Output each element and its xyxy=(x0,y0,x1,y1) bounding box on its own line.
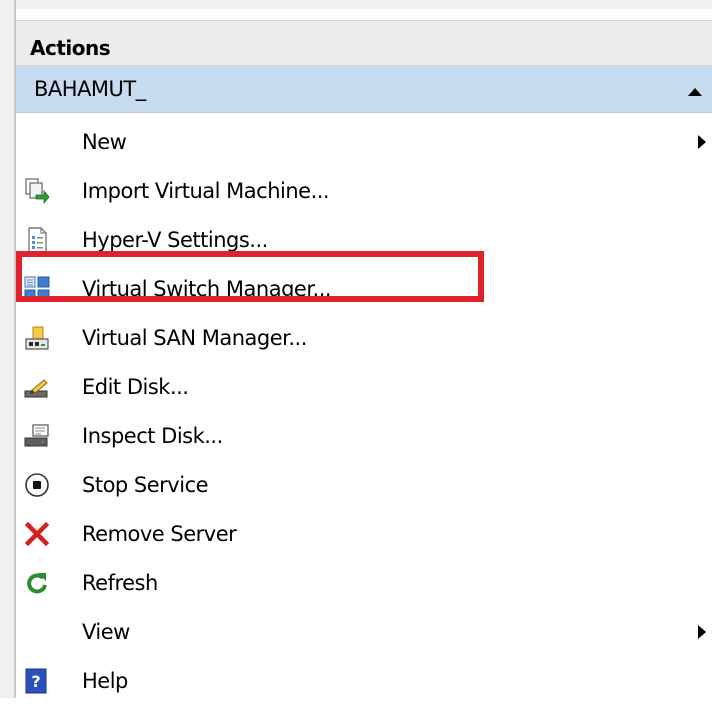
window-frame-left xyxy=(0,0,16,698)
stop-icon xyxy=(25,473,49,497)
actions-title: Actions xyxy=(30,36,111,60)
menu-item-label: Remove Server xyxy=(82,522,237,546)
menu-item-label: Import Virtual Machine... xyxy=(82,179,330,203)
import-vm-icon xyxy=(25,178,50,204)
menu-item-remove-server[interactable]: Remove Server xyxy=(16,510,712,559)
menu-item-inspect-disk[interactable]: Inspect Disk... xyxy=(16,412,712,461)
window-frame-top xyxy=(0,0,712,9)
svg-text:?: ? xyxy=(31,672,40,691)
menu-item-help[interactable]: ? Help xyxy=(16,657,712,706)
menu-item-virtual-switch-manager[interactable]: Virtual Switch Manager... xyxy=(16,265,712,314)
menu-item-refresh[interactable]: Refresh xyxy=(16,559,712,608)
menu-item-view[interactable]: View xyxy=(16,608,712,657)
menu-item-stop-service[interactable]: Stop Service xyxy=(16,461,712,510)
menu-item-label: Edit Disk... xyxy=(82,375,189,399)
refresh-icon xyxy=(27,573,47,594)
submenu-arrow-icon xyxy=(698,135,706,149)
menu-item-label: New xyxy=(82,130,127,154)
menu-item-label: View xyxy=(82,620,130,644)
help-icon: ? xyxy=(25,668,47,694)
menu-item-new[interactable]: New xyxy=(16,118,712,167)
actions-header: Actions xyxy=(16,20,712,66)
san-manager-icon xyxy=(25,326,49,350)
menu-item-virtual-san-manager[interactable]: Virtual SAN Manager... xyxy=(16,314,712,363)
menu-item-label: Help xyxy=(82,669,128,693)
menu-item-label: Stop Service xyxy=(82,473,209,497)
menu-item-label: Inspect Disk... xyxy=(82,424,223,448)
settings-document-icon xyxy=(28,227,47,253)
inspect-disk-icon xyxy=(24,424,49,447)
network-switch-icon xyxy=(24,276,50,302)
collapse-up-arrow-icon[interactable] xyxy=(688,88,702,96)
menu-item-label: Refresh xyxy=(82,571,158,595)
menu-item-import-virtual-machine[interactable]: Import Virtual Machine... xyxy=(16,167,712,216)
submenu-arrow-icon xyxy=(698,625,706,639)
actions-pane: Actions BAHAMUT_ New Import Virtual Mach… xyxy=(16,9,712,698)
menu-item-label: Virtual Switch Manager... xyxy=(82,277,332,301)
edit-disk-icon xyxy=(24,379,48,398)
menu-item-label: Virtual SAN Manager... xyxy=(82,326,307,350)
menu-item-label: Hyper-V Settings... xyxy=(82,228,268,252)
remove-x-icon xyxy=(24,521,50,547)
server-group-header[interactable]: BAHAMUT_ xyxy=(16,66,712,113)
menu-item-edit-disk[interactable]: Edit Disk... xyxy=(16,363,712,412)
server-name: BAHAMUT_ xyxy=(34,77,146,101)
menu-item-hyper-v-settings[interactable]: Hyper-V Settings... xyxy=(16,216,712,265)
